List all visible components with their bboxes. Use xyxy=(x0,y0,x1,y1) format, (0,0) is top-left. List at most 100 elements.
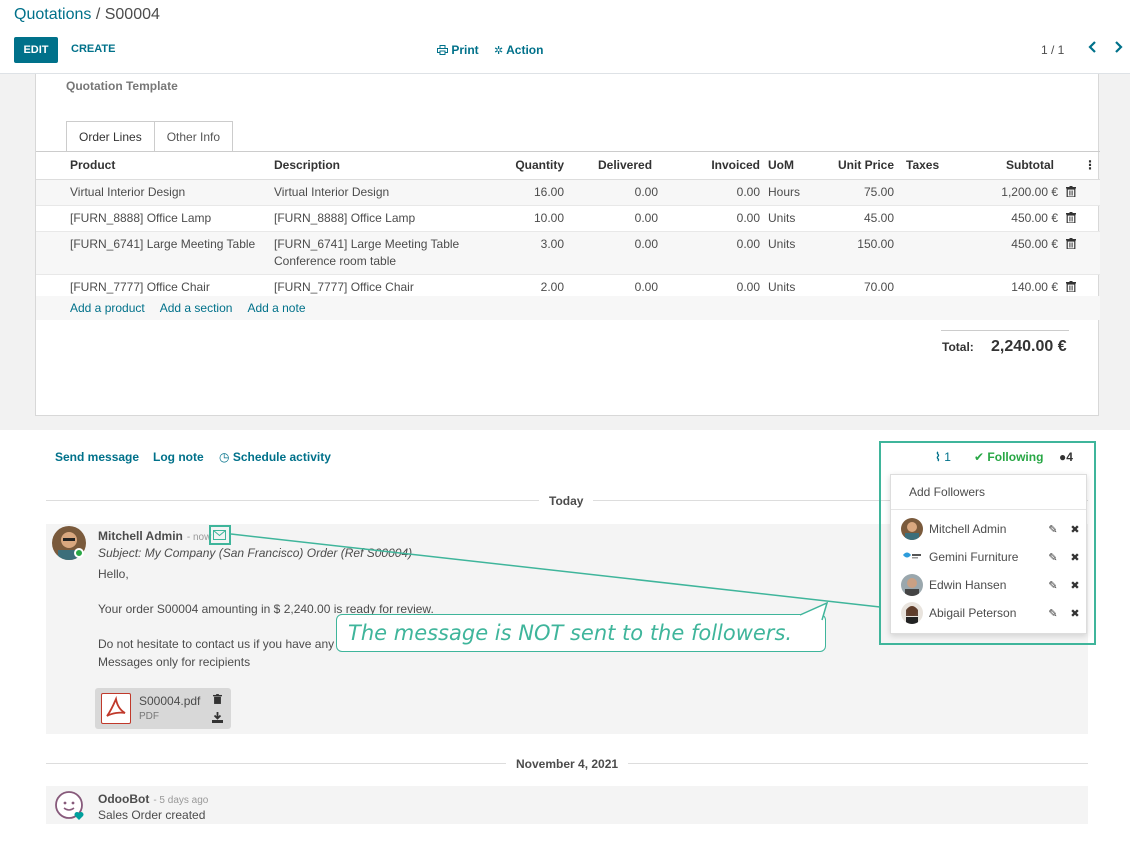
trash-icon xyxy=(1066,185,1076,197)
order-lines-table: Product Description Quantity Delivered I… xyxy=(36,152,1100,301)
edit-button[interactable]: EDIT xyxy=(14,37,58,63)
message-body-line3: Messages only for recipients xyxy=(98,655,251,669)
cell-product: [FURN_8888] Office Lamp xyxy=(36,205,270,232)
older-day-label: November 4, 2021 xyxy=(506,757,629,771)
optional-columns-toggle[interactable]: ⋮ xyxy=(1058,152,1100,180)
online-status-icon xyxy=(74,548,84,558)
print-button[interactable]: Print xyxy=(437,43,479,57)
print-label: Print xyxy=(451,43,479,57)
pdf-icon xyxy=(101,693,131,724)
cell-description: [FURN_6741] Large Meeting Table Conferenc… xyxy=(270,231,504,275)
print-icon xyxy=(437,45,448,55)
envelope-highlight-box xyxy=(209,525,231,545)
cell-description: Virtual Interior Design xyxy=(270,179,504,206)
add-note-link[interactable]: Add a note xyxy=(247,301,305,315)
total-divider xyxy=(941,330,1069,331)
cell-unit-price: 45.00 xyxy=(830,205,898,232)
trash-icon xyxy=(1066,211,1076,223)
delete-line-button[interactable] xyxy=(1058,231,1100,275)
cell-quantity: 16.00 xyxy=(504,179,568,206)
cell-taxes xyxy=(898,231,968,275)
trash-icon xyxy=(1066,237,1076,249)
log-note-button[interactable]: Log note xyxy=(153,450,204,464)
cell-description: [FURN_8888] Office Lamp xyxy=(270,205,504,232)
bot-message-author[interactable]: OdooBot - 5 days ago xyxy=(98,792,208,806)
total-value: 2,240.00 € xyxy=(991,338,1067,355)
table-row[interactable]: Virtual Interior Design Virtual Interior… xyxy=(36,179,1100,206)
quotation-template-label: Quotation Template xyxy=(66,79,178,93)
cell-invoiced: 0.00 xyxy=(662,179,764,206)
pager-previous-button[interactable] xyxy=(1088,40,1098,57)
form-sheet: Quotation Template Order Lines Other Inf… xyxy=(35,74,1100,416)
tab-order-lines[interactable]: Order Lines xyxy=(66,121,155,152)
total-label: Total: xyxy=(942,340,974,354)
control-panel: Quotations / S00004 EDIT CREATE Print ✲ … xyxy=(0,0,1130,74)
add-section-link[interactable]: Add a section xyxy=(160,301,233,315)
cell-delivered: 0.00 xyxy=(568,205,662,232)
add-product-link[interactable]: Add a product xyxy=(70,301,145,315)
column-unit-price[interactable]: Unit Price xyxy=(830,152,898,180)
action-button[interactable]: ✲ Action xyxy=(494,43,543,57)
cell-taxes xyxy=(898,179,968,206)
message-body-line2: Do not hesitate to contact us if you hav… xyxy=(98,637,335,651)
cell-subtotal: 1,200.00 € xyxy=(968,179,1058,206)
delete-line-button[interactable] xyxy=(1058,179,1100,206)
schedule-activity-button[interactable]: ◷ Schedule activity xyxy=(219,450,331,464)
column-subtotal[interactable]: Subtotal xyxy=(968,152,1058,180)
cell-taxes xyxy=(898,205,968,232)
cell-unit-price: 150.00 xyxy=(830,231,898,275)
cell-unit-price: 75.00 xyxy=(830,179,898,206)
cell-delivered: 0.00 xyxy=(568,231,662,275)
create-button[interactable]: CREATE xyxy=(71,43,115,55)
clock-icon: ◷ xyxy=(219,450,230,464)
tab-other-info[interactable]: Other Info xyxy=(154,121,234,151)
bot-message-text: Sales Order created xyxy=(98,808,206,822)
cell-uom: Units xyxy=(764,205,830,232)
delete-line-button[interactable] xyxy=(1058,205,1100,232)
breadcrumb-separator: / xyxy=(91,6,105,23)
bot-message-date: - 5 days ago xyxy=(153,795,209,806)
cell-invoiced: 0.00 xyxy=(662,205,764,232)
heart-icon xyxy=(74,810,84,820)
cell-uom: Units xyxy=(764,231,830,275)
table-row[interactable]: [FURN_6741] Large Meeting Table [FURN_67… xyxy=(36,231,1100,275)
cell-quantity: 3.00 xyxy=(504,231,568,275)
vertical-dots-icon: ⋮ xyxy=(1084,158,1096,173)
cell-uom: Hours xyxy=(764,179,830,206)
message-subject: Subject: My Company (San Francisco) Orde… xyxy=(98,546,413,560)
cell-invoiced: 0.00 xyxy=(662,231,764,275)
message-greeting: Hello, xyxy=(98,567,129,581)
chevron-left-icon xyxy=(1088,41,1096,53)
action-label: Action xyxy=(506,43,544,57)
column-delivered[interactable]: Delivered xyxy=(568,152,662,180)
cell-product: [FURN_6741] Large Meeting Table xyxy=(36,231,270,275)
cell-delivered: 0.00 xyxy=(568,179,662,206)
column-invoiced[interactable]: Invoiced xyxy=(662,152,764,180)
breadcrumb-current: S00004 xyxy=(104,6,160,23)
column-description[interactable]: Description xyxy=(270,152,504,180)
delete-attachment-button[interactable] xyxy=(213,693,222,707)
trash-icon xyxy=(213,694,222,704)
attachment-name: S00004.pdf xyxy=(139,694,201,708)
followers-highlight-box xyxy=(879,441,1096,645)
pager-next-button[interactable] xyxy=(1113,40,1123,57)
cell-subtotal: 450.00 € xyxy=(968,231,1058,275)
table-header: Product Description Quantity Delivered I… xyxy=(36,152,1100,180)
cell-quantity: 10.00 xyxy=(504,205,568,232)
download-attachment-button[interactable] xyxy=(212,712,223,726)
pager-value: 1 / 1 xyxy=(1041,43,1065,57)
attachment-card[interactable]: S00004.pdf PDF xyxy=(95,688,231,729)
message-date: - now xyxy=(186,532,212,543)
table-row[interactable]: [FURN_8888] Office Lamp [FURN_8888] Offi… xyxy=(36,205,1100,232)
cell-subtotal: 450.00 € xyxy=(968,205,1058,232)
download-icon xyxy=(212,712,223,723)
breadcrumb-quotations[interactable]: Quotations xyxy=(14,6,91,23)
column-uom[interactable]: UoM xyxy=(764,152,830,180)
add-line-links: Add a product Add a section Add a note xyxy=(70,301,306,315)
message-author[interactable]: Mitchell Admin - now xyxy=(98,529,211,543)
column-product[interactable]: Product xyxy=(36,152,270,180)
column-quantity[interactable]: Quantity xyxy=(504,152,568,180)
send-message-button[interactable]: Send message xyxy=(55,450,139,464)
column-taxes[interactable]: Taxes xyxy=(898,152,968,180)
trash-icon xyxy=(1066,280,1076,292)
